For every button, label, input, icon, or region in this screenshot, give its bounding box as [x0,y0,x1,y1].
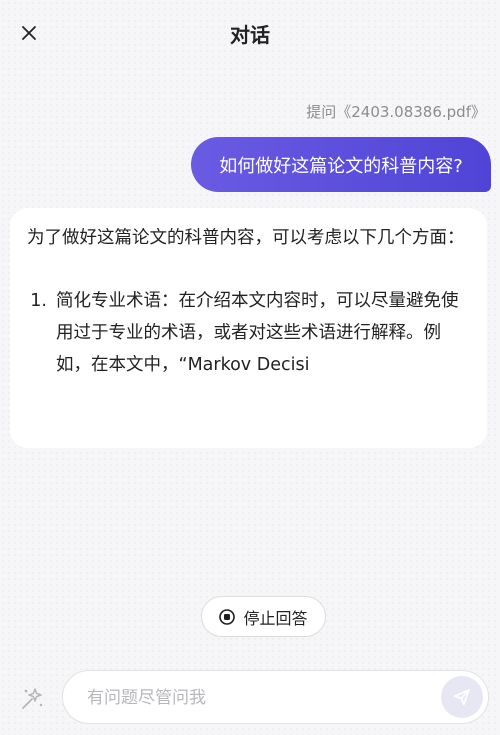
stop-answer-label: 停止回答 [243,608,308,628]
magic-sparkle-icon [22,688,43,709]
message-input[interactable] [85,671,429,725]
top-bar: 对话 [0,0,500,68]
user-message-bubble: 如何做好这篇论文的科普内容? [191,137,491,192]
assistant-intro-text: 为了做好这篇论文的科普内容，可以考虑以下几个方面： [27,228,465,248]
message-composer [62,670,489,725]
list-item-text: 简化专业术语：在介绍本文内容时，可以尽量避免使用过于专业的术语，或者对这些术语进… [56,291,459,375]
assistant-list: 1. 简化专业术语：在介绍本文内容时，可以尽量避免使用过于专业的术语，或者对这些… [27,285,471,381]
list-item: 1. 简化专业术语：在介绍本文内容时，可以尽量避免使用过于专业的术语，或者对这些… [27,285,471,381]
user-message-text: 如何做好这篇论文的科普内容? [219,155,463,177]
quoted-document-label: 提问《2403.08386.pdf》 [306,103,486,121]
send-icon [453,689,470,706]
magic-assistant-button[interactable] [16,683,46,713]
page-title: 对话 [230,23,270,47]
send-button[interactable] [441,676,483,718]
stop-circle-icon [219,608,236,625]
list-item-number: 1. [30,291,47,311]
assistant-message-bubble: 为了做好这篇论文的科普内容，可以考虑以下几个方面： 1. 简化专业术语：在介绍本… [10,208,487,448]
stop-answer-button[interactable]: 停止回答 [201,596,326,637]
chat-screen: 对话 提问《2403.08386.pdf》 如何做好这篇论文的科普内容? 为了做… [0,0,500,735]
